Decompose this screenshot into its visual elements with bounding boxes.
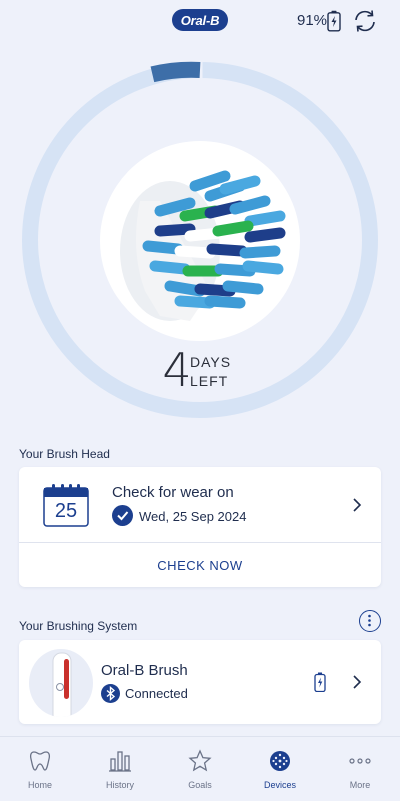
bluetooth-icon: [101, 684, 120, 703]
nav-goals[interactable]: Goals: [165, 737, 235, 801]
star-icon: [188, 749, 212, 772]
connection-status: Connected: [125, 686, 188, 701]
brushing-system-card[interactable]: Oral-B Brush Connected: [19, 640, 381, 724]
device-name: Oral-B Brush: [101, 662, 188, 679]
nav-devices-label: Devices: [263, 780, 296, 790]
left-label: LEFT: [190, 373, 229, 389]
gauge-progress-marker: [150, 61, 201, 83]
toothbrush-image: [29, 649, 93, 717]
tooth-icon: [29, 751, 51, 771]
device-battery-icon: [314, 672, 326, 692]
bottom-navigation: Home History Goals Devices More: [0, 736, 400, 801]
battery-percent: 91%: [297, 12, 328, 29]
bar-chart-icon: [109, 751, 131, 772]
brush-head-section-title: Your Brush Head: [19, 447, 110, 461]
brush-head-icon: [270, 751, 290, 771]
nav-devices[interactable]: Devices: [245, 737, 315, 801]
nav-home[interactable]: Home: [5, 737, 75, 801]
days-label: DAYS: [190, 354, 232, 370]
wear-title: Check for wear on: [112, 484, 234, 501]
brush-head-card: 25 Check for wear on Wed, 25 Sep 2024 CH…: [19, 467, 381, 587]
chevron-right-icon: [353, 498, 362, 512]
check-icon: [112, 505, 133, 526]
wear-check-row[interactable]: 25 Check for wear on Wed, 25 Sep 2024: [19, 467, 381, 542]
chevron-right-icon: [353, 675, 362, 689]
more-options-icon[interactable]: [359, 610, 381, 632]
nav-more[interactable]: More: [325, 737, 395, 801]
oral-b-logo: Oral-B: [172, 9, 228, 31]
battery-charging-icon: [327, 10, 341, 32]
wear-date: Wed, 25 Sep 2024: [139, 509, 247, 524]
check-now-button[interactable]: CHECK NOW: [19, 543, 381, 587]
top-bar: Oral-B 91%: [0, 0, 400, 44]
more-dots-icon: [349, 758, 371, 764]
nav-history[interactable]: History: [85, 737, 155, 801]
nav-more-label: More: [349, 780, 371, 790]
days-left-number: 4: [162, 343, 192, 397]
sync-icon[interactable]: [352, 8, 378, 34]
calendar-day: 25: [54, 500, 78, 522]
nav-home-label: Home: [27, 780, 52, 790]
brushing-system-section-title: Your Brushing System: [19, 619, 138, 633]
nav-goals-label: Goals: [188, 780, 212, 790]
nav-history-label: History: [105, 780, 134, 790]
brush-head-image: [100, 141, 300, 341]
